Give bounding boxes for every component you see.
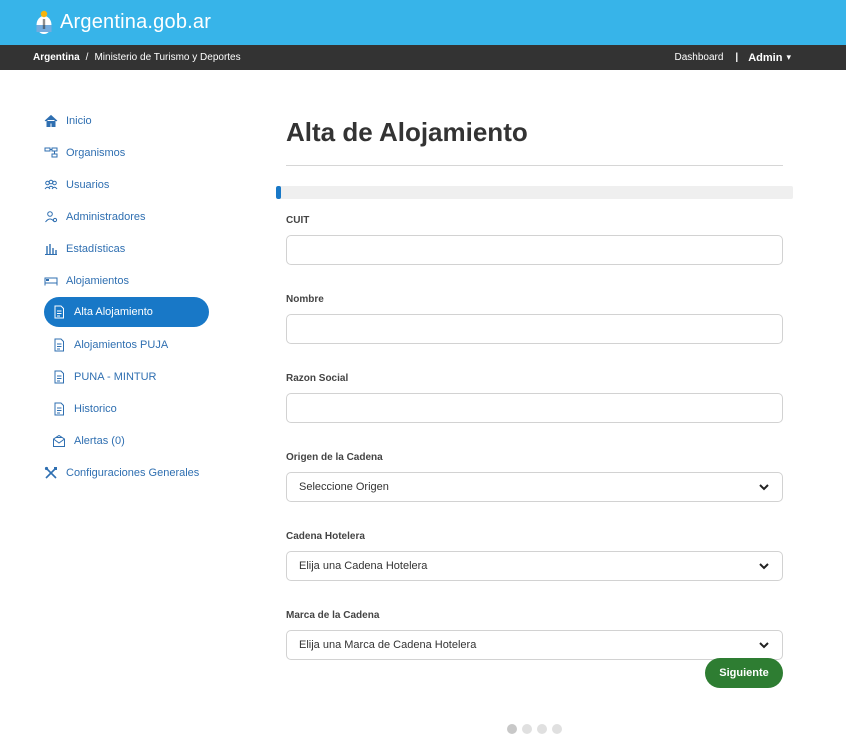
cadena-select[interactable]: Elija una Cadena Hotelera [286, 551, 783, 581]
bed-icon [44, 274, 62, 288]
nombre-label: Nombre [286, 294, 324, 305]
nombre-input[interactable] [286, 314, 783, 344]
marca-select-value: Elija una Marca de Cadena Hotelera [299, 639, 477, 651]
sidebar-item-label: Configuraciones Generales [66, 467, 200, 479]
sidebar-item-label: Administradores [66, 211, 146, 223]
sidebar-item-alojamientos-puja[interactable]: Alojamientos PUJA [44, 329, 264, 361]
national-emblem-icon [36, 10, 52, 34]
user-menu-separator: | [735, 52, 739, 63]
sidebar-item-label: Organismos [66, 147, 126, 159]
brand-name[interactable]: Argentina.gob.ar [60, 11, 211, 34]
main-content: Alta de Alojamiento CUIT Nombre Razon So… [276, 110, 793, 660]
sidebar-item-puna-mintur[interactable]: PUNA - MINTUR [44, 361, 264, 393]
nombre-field-group: Nombre [286, 293, 793, 344]
document-icon [52, 402, 70, 416]
sidebar-item-historico[interactable]: Historico [44, 393, 264, 425]
sidebar: Inicio Organismos Usuarios Administrador… [44, 105, 264, 489]
breadcrumb-separator: / [85, 52, 89, 63]
sidebar-item-inicio[interactable]: Inicio [44, 105, 264, 137]
sidebar-item-label: Alta Alojamiento [74, 306, 153, 318]
sidebar-item-label: Inicio [66, 115, 92, 127]
marca-field-group: Marca de la Cadena Elija una Marca de Ca… [286, 609, 793, 660]
page-title: Alta de Alojamiento [286, 117, 528, 147]
sidebar-item-alojamientos[interactable]: Alojamientos [44, 265, 264, 297]
origen-select[interactable]: Seleccione Origen [286, 472, 783, 502]
sidebar-item-alertas[interactable]: Alertas (0) [44, 425, 264, 457]
user-menu: Dashboard | Admin ▾ [675, 52, 814, 64]
razon-social-field-group: Razon Social [286, 372, 793, 423]
dashboard-link[interactable]: Dashboard [675, 52, 724, 63]
origen-label: Origen de la Cadena [286, 452, 383, 463]
pager-dot[interactable] [507, 724, 517, 734]
pager-dot[interactable] [522, 724, 532, 734]
title-divider [286, 165, 783, 166]
chevron-down-icon [759, 642, 769, 649]
pager-dot[interactable] [537, 724, 547, 734]
sidebar-item-label: Usuarios [66, 179, 110, 191]
razon-social-input[interactable] [286, 393, 783, 423]
form-progress-fill [276, 186, 282, 199]
bar-chart-icon [44, 242, 62, 256]
chevron-down-icon[interactable]: ▾ [786, 52, 791, 63]
marca-select[interactable]: Elija una Marca de Cadena Hotelera [286, 630, 783, 660]
sidebar-item-label: Historico [74, 403, 117, 415]
sidebar-item-organismos[interactable]: Organismos [44, 137, 264, 169]
document-icon [52, 370, 70, 384]
pager-dot[interactable] [552, 724, 562, 734]
document-icon [52, 305, 70, 319]
sidebar-item-usuarios[interactable]: Usuarios [44, 169, 264, 201]
cadena-select-value: Elija una Cadena Hotelera [299, 560, 428, 572]
alert-mail-icon [52, 434, 70, 448]
chevron-down-icon [759, 563, 769, 570]
sidebar-item-estadisticas[interactable]: Estadísticas [44, 233, 264, 265]
cadena-label: Cadena Hotelera [286, 531, 365, 542]
form-progress-bar [276, 186, 793, 199]
origen-field-group: Origen de la Cadena Seleccione Origen [286, 451, 793, 502]
sidebar-item-label: Alojamientos [66, 275, 129, 287]
users-icon [44, 178, 62, 192]
top-bar: Argentina.gob.ar [0, 0, 846, 45]
org-chart-icon [44, 146, 62, 160]
sidebar-item-configuraciones[interactable]: Configuraciones Generales [44, 457, 264, 489]
sidebar-item-label: Alertas (0) [74, 435, 125, 447]
sidebar-item-label: PUNA - MINTUR [74, 371, 157, 383]
step-pager [507, 724, 562, 734]
sidebar-item-label: Estadísticas [66, 243, 126, 255]
razon-social-label: Razon Social [286, 373, 349, 384]
chevron-down-icon [759, 484, 769, 491]
cadena-field-group: Cadena Hotelera Elija una Cadena Hoteler… [286, 530, 793, 581]
origen-select-value: Seleccione Origen [299, 481, 389, 493]
cuit-input[interactable] [286, 235, 783, 265]
sidebar-item-label: Alojamientos PUJA [74, 339, 169, 351]
breadcrumb-bar: Argentina / Ministerio de Turismo y Depo… [0, 45, 846, 70]
cuit-label: CUIT [286, 215, 310, 226]
admin-user-icon [44, 210, 62, 224]
home-icon [44, 114, 62, 128]
marca-label: Marca de la Cadena [286, 610, 380, 621]
breadcrumb-root[interactable]: Argentina [33, 52, 80, 63]
cuit-field-group: CUIT [286, 214, 793, 265]
admin-menu-button[interactable]: Admin [748, 52, 782, 64]
breadcrumb-current: Ministerio de Turismo y Deportes [94, 52, 241, 63]
sidebar-item-alta-alojamiento[interactable]: Alta Alojamiento [44, 297, 209, 327]
next-button[interactable]: Siguiente [705, 658, 783, 688]
tools-icon [44, 466, 62, 480]
sidebar-item-administradores[interactable]: Administradores [44, 201, 264, 233]
document-icon [52, 338, 70, 352]
